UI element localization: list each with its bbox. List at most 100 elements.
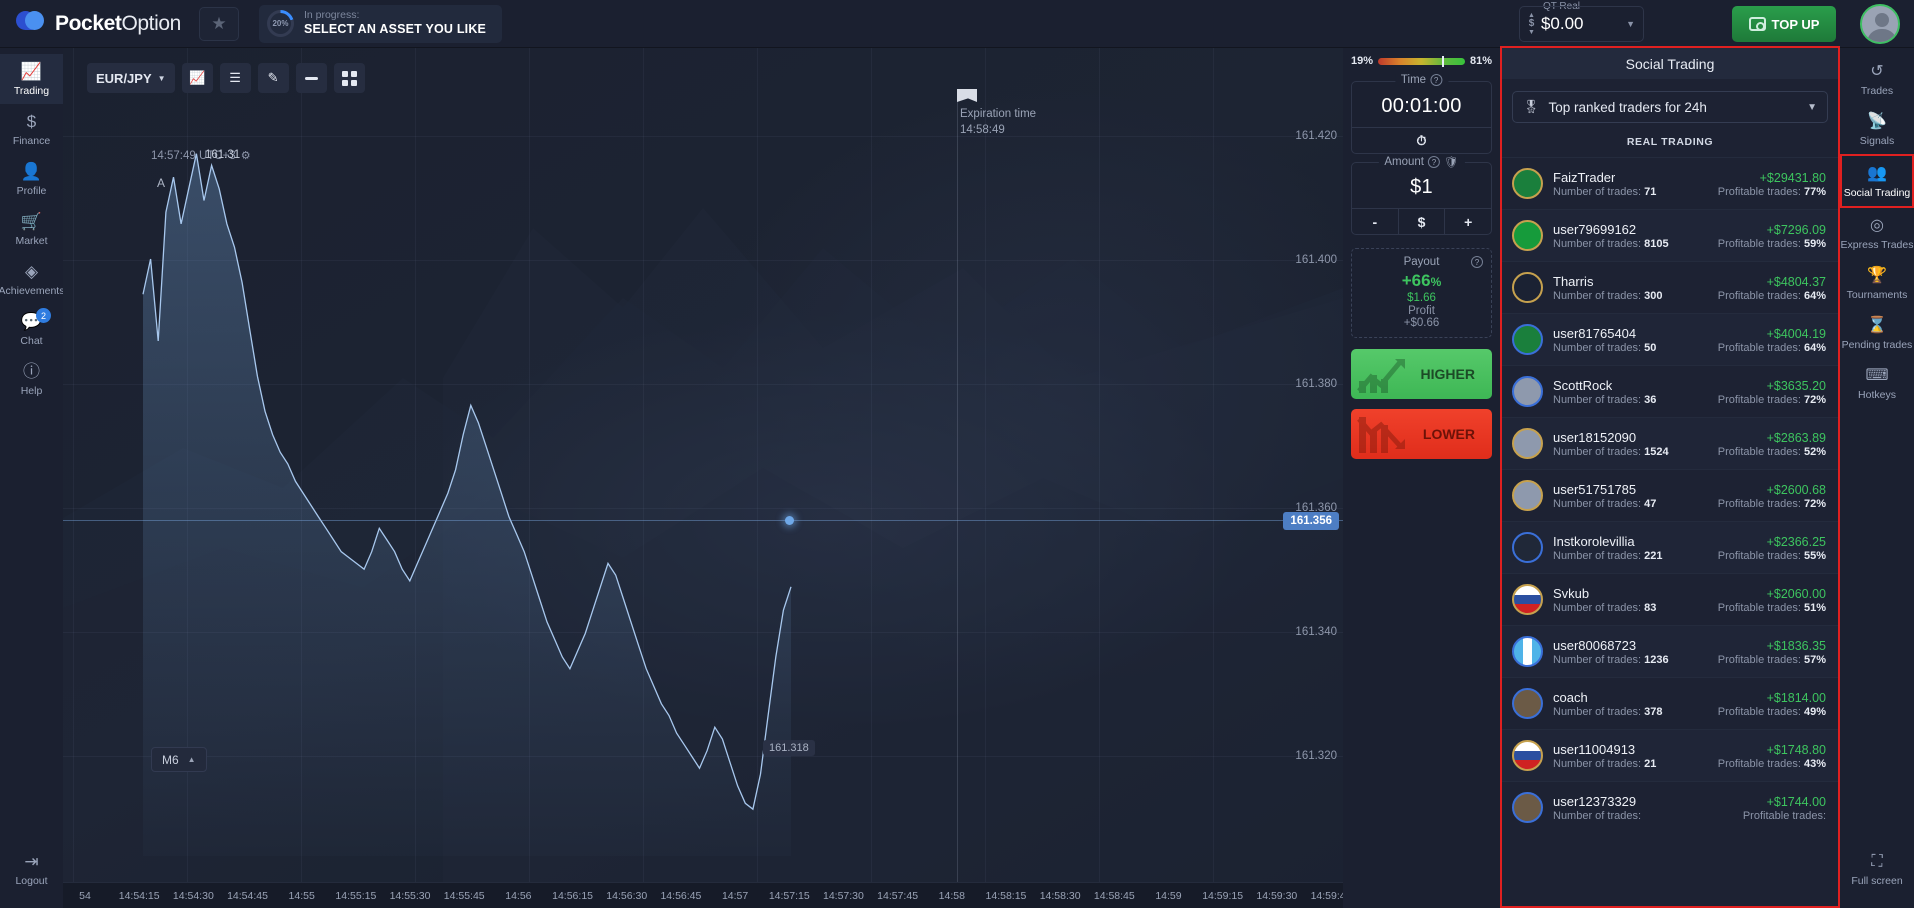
higher-button[interactable]: HIGHER: [1351, 349, 1492, 399]
indicators-button[interactable]: ☰: [219, 63, 251, 93]
payout-amount: $1.66: [1407, 292, 1436, 304]
trader-win-rate: Profitable trades: 64%: [1717, 341, 1826, 354]
sentiment-indicator: 19% 81%: [1351, 48, 1492, 73]
drawing-button[interactable]: ✎: [257, 63, 289, 93]
time-mode-button[interactable]: ⏱: [1352, 128, 1491, 153]
sidebar-item-chat[interactable]: 2 💬 Chat: [0, 304, 63, 354]
avatar[interactable]: [1860, 4, 1900, 44]
sentiment-low: 19%: [1351, 55, 1374, 67]
trader-name: coach: [1553, 689, 1588, 705]
balance-selector[interactable]: ▲ $ ▼ $0.00 ▼: [1519, 6, 1644, 42]
time-field: Time ? 00:01:00 ⏱: [1351, 74, 1492, 154]
price-series: [142, 153, 792, 856]
progress-task: SELECT AN ASSET YOU LIKE: [303, 22, 487, 37]
trader-trades-count: Number of trades: 71: [1553, 185, 1657, 198]
amount-decrease-button[interactable]: -: [1352, 209, 1398, 234]
trader-row[interactable]: coach +$1814.00 Number of trades: 378 Profi…: [1502, 677, 1838, 729]
price-tick: 161.340: [1295, 626, 1337, 638]
sidebar-item-label: Finance: [12, 135, 51, 148]
trade-panel: 19% 81% Time ? 00:01:00 ⏱ Amount ? 🛡 $1: [1343, 48, 1500, 908]
brush-icon: ✎: [267, 70, 279, 85]
person-icon: 👤: [20, 162, 43, 182]
trader-win-rate: Profitable trades: 72%: [1717, 393, 1826, 406]
lower-button[interactable]: LOWER: [1351, 409, 1492, 459]
arrow-down-chart-icon: [1357, 417, 1405, 453]
top-up-button[interactable]: TOP UP: [1732, 6, 1836, 42]
trader-row[interactable]: FaizTrader +$29431.80 Number of trades: 71…: [1502, 157, 1838, 209]
amount-value[interactable]: $1: [1352, 163, 1491, 208]
trader-profit: +$1744.00: [1766, 794, 1826, 809]
sidebar-item-logout[interactable]: ⇥ Logout: [0, 844, 63, 894]
help-icon[interactable]: ?: [1471, 256, 1483, 268]
trader-row[interactable]: user79699162 +$7296.09 Number of trades: 8…: [1502, 209, 1838, 261]
chart-area[interactable]: EUR/JPY ▼ 📈 ☰ ✎ 14:57:49 UTC+3 ⚙ 161.31: [63, 48, 1343, 908]
asset-selector[interactable]: EUR/JPY ▼: [87, 63, 175, 93]
trader-row[interactable]: user80068723 +$1836.35 Number of trades: 1…: [1502, 625, 1838, 677]
trader-row[interactable]: user51751785 +$2600.68 Number of trades: 4…: [1502, 469, 1838, 521]
layout-button[interactable]: [333, 63, 365, 93]
profit-amount: +$0.66: [1403, 317, 1440, 329]
trader-profit: +$1814.00: [1766, 690, 1826, 705]
trader-row[interactable]: user81765404 +$4004.19 Number of trades: 5…: [1502, 313, 1838, 365]
traders-list[interactable]: FaizTrader +$29431.80 Number of trades: 71…: [1502, 157, 1838, 833]
gear-icon[interactable]: ⚙: [241, 149, 251, 162]
line-style-button[interactable]: [295, 63, 327, 93]
time-tick: 14:54:15: [118, 890, 160, 902]
time-tick: 14:55:30: [389, 890, 431, 902]
trader-row[interactable]: ScottRock +$3635.20 Number of trades: 36 Pr…: [1502, 365, 1838, 417]
trader-name: user11004913: [1553, 741, 1636, 757]
trader-row[interactable]: user18152090 +$2863.89 Number of trades: 1…: [1502, 417, 1838, 469]
trader-row[interactable]: Svkub +$2060.00 Number of trades: 83 Profit…: [1502, 573, 1838, 625]
fullscreen-button[interactable]: ⛶ Full screen: [1840, 844, 1914, 894]
sidebar-item-label: Full screen: [1851, 874, 1903, 887]
sidebar-item-social-trading[interactable]: 👥 Social Trading: [1840, 154, 1914, 209]
diamond-icon: ◈: [24, 262, 39, 282]
sidebar-item-signals[interactable]: 📡 Signals: [1840, 104, 1914, 154]
trader-row[interactable]: user12373329 +$1744.00 Number of trades: P…: [1502, 781, 1838, 833]
trader-row[interactable]: Tharris +$4804.37 Number of trades: 300 Pro…: [1502, 261, 1838, 313]
trader-row[interactable]: Instkorolevillia +$2366.25 Number of trade…: [1502, 521, 1838, 573]
sentiment-high: 81%: [1469, 55, 1492, 67]
chart-type-button[interactable]: 📈: [181, 63, 213, 93]
current-price-badge: 161.356: [1283, 512, 1339, 530]
sidebar-item-achievements[interactable]: ◈ Achievements: [0, 254, 64, 304]
sidebar-item-profile[interactable]: 👤 Profile: [0, 154, 63, 204]
brand-name-bold: Pocket: [55, 11, 122, 35]
amount-currency-button[interactable]: $: [1397, 209, 1445, 234]
time-value[interactable]: 00:01:00: [1352, 82, 1491, 127]
progress-caption: In progress:: [303, 9, 360, 22]
time-axis: 54 14:54:15 14:54:30 14:54:45 14:55 14:55:15 1…: [63, 882, 1343, 908]
trader-row[interactable]: user11004913 +$1748.80 Number of trades: 2…: [1502, 729, 1838, 781]
amount-increase-button[interactable]: +: [1444, 209, 1491, 234]
help-icon[interactable]: ?: [1428, 156, 1441, 168]
expiration-info: Expiration time 14:58:49: [960, 107, 1036, 138]
sidebar-item-trading[interactable]: 📈 Trading: [0, 54, 63, 105]
trader-profit: +$1836.35: [1766, 638, 1826, 653]
price-tick: 161.380: [1295, 378, 1337, 390]
sidebar-item-trades[interactable]: ↺ Trades: [1840, 54, 1914, 104]
sidebar-item-market[interactable]: 🛒 Market: [0, 204, 63, 254]
sidebar-item-express-trades[interactable]: ◎ Express Trades: [1840, 208, 1914, 258]
brand-name-light: Option: [121, 11, 181, 35]
sidebar-item-help[interactable]: ⓘ Help: [0, 354, 63, 404]
help-icon[interactable]: ?: [1430, 74, 1443, 86]
amount-label: Amount: [1384, 156, 1425, 168]
timeframe-selector[interactable]: M6 ▲: [151, 747, 207, 772]
sidebar-item-finance[interactable]: $ Finance: [0, 104, 63, 154]
sidebar-item-tournaments[interactable]: 🏆 Tournaments: [1840, 258, 1914, 308]
trader-trades-count: Number of trades: 36: [1553, 393, 1657, 406]
brand-logo[interactable]: PocketOption: [16, 10, 181, 38]
sidebar-item-label: Chat: [20, 335, 43, 348]
time-tick: 14:59:15: [1202, 890, 1244, 902]
trader-trades-count: Number of trades: 21: [1553, 757, 1657, 770]
sidebar-item-pending-trades[interactable]: ⌛ Pending trades: [1840, 308, 1914, 358]
chevron-down-icon: ▼: [157, 73, 166, 83]
low-price-tag: 161.318: [763, 740, 815, 756]
favorites-button[interactable]: ★: [198, 6, 239, 41]
sidebar-item-hotkeys[interactable]: ⌨ Hotkeys: [1840, 358, 1914, 408]
time-tick: 14:56:45: [660, 890, 702, 902]
shield-icon[interactable]: 🛡: [1444, 155, 1459, 169]
onboarding-progress-card[interactable]: 20% In progress: SELECT AN ASSET YOU LIK…: [258, 4, 503, 43]
traders-filter-dropdown[interactable]: 🎖 Top ranked traders for 24h ▼: [1512, 91, 1828, 123]
time-tick: 14:58:30: [1039, 890, 1081, 902]
